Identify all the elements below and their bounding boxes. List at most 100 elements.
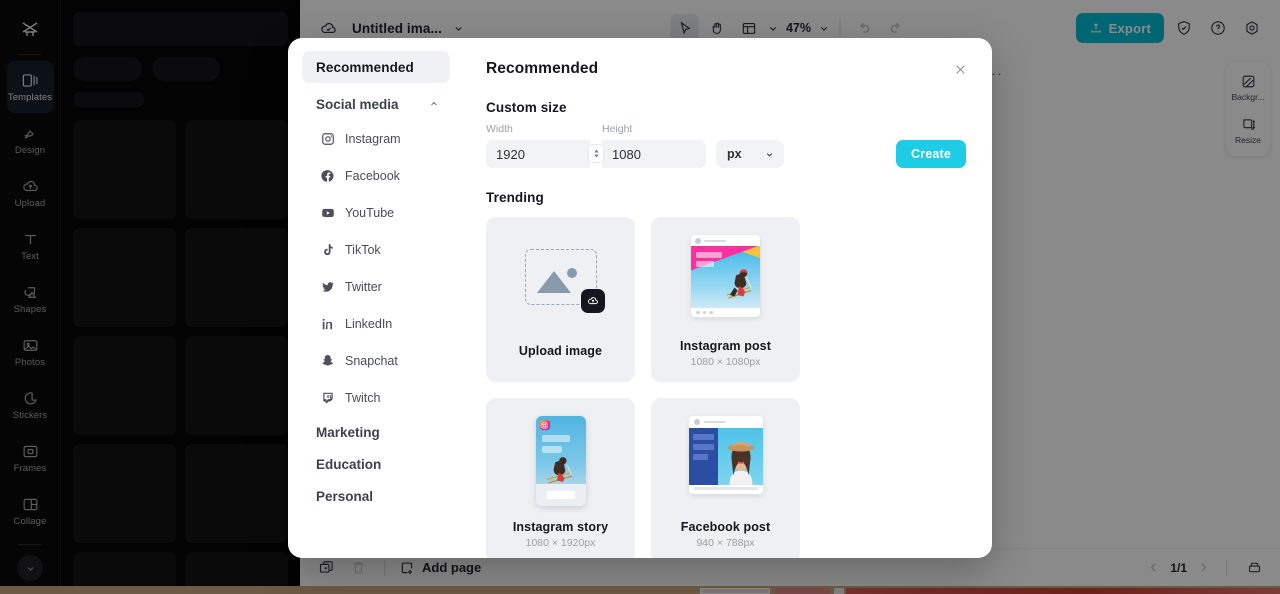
create-label: Create <box>910 147 952 161</box>
chevron-up-icon <box>431 101 437 106</box>
item-label: Twitter <box>345 279 382 294</box>
width-label: Width <box>486 123 513 135</box>
group-label: Education <box>316 456 382 472</box>
skier-illustration <box>726 269 752 299</box>
thumb-text-column <box>689 428 719 485</box>
card-title: Facebook post <box>680 520 771 534</box>
card-caption: Instagram post 1080 × 1080px <box>651 339 800 382</box>
group-label: Social media <box>316 96 399 112</box>
card-title: Instagram post <box>680 339 771 353</box>
image-mountain-icon <box>536 268 577 293</box>
thumb-name-bar <box>703 421 726 423</box>
modal-item-tiktok[interactable]: TikTok <box>302 231 450 268</box>
width-input[interactable] <box>486 140 590 168</box>
trending-card-instagram-story[interactable]: Instagram story 1080 × 1920px <box>486 398 635 558</box>
link-ratio-icon <box>593 149 599 158</box>
card-subtitle: 940 × 788px <box>696 537 755 549</box>
modal-group-marketing[interactable]: Marketing <box>302 416 450 448</box>
card-caption: Instagram story 1080 × 1920px <box>486 520 635 558</box>
custom-size-row: Width Height px Create <box>486 123 966 168</box>
twitch-icon <box>320 390 335 405</box>
upload-cloud-badge <box>580 289 605 313</box>
card-caption: Facebook post 940 × 788px <box>651 520 800 558</box>
modal-group-social-media[interactable]: Social media <box>302 88 450 120</box>
linkedin-icon <box>320 316 335 331</box>
modal-item-instagram[interactable]: Instagram <box>302 120 450 157</box>
twitter-icon <box>320 279 335 294</box>
skier-illustration <box>546 457 572 484</box>
thumb-text-block <box>696 252 722 258</box>
thumb-footer-bar <box>693 487 758 490</box>
item-label: TikTok <box>345 242 381 257</box>
modal-item-twitter[interactable]: Twitter <box>302 268 450 305</box>
woman-portrait-illustration <box>727 441 755 485</box>
size-picker-modal: Recommended Social media Instagram Faceb… <box>288 38 992 558</box>
modal-item-snapchat[interactable]: Snapchat <box>302 342 450 379</box>
height-input[interactable] <box>602 140 706 168</box>
avatar <box>695 237 701 244</box>
card-title: Upload image <box>518 344 603 358</box>
thumb-text-block <box>692 454 708 460</box>
item-label: LinkedIn <box>345 316 393 331</box>
item-label: Twitch <box>345 390 381 405</box>
trending-heading: Trending <box>486 190 544 205</box>
trending-cards-grid: Upload image Instagram post 1080 × 1080p… <box>486 217 966 558</box>
trending-card-upload-image[interactable]: Upload image <box>486 217 635 382</box>
chevron-down-icon <box>766 152 773 157</box>
modal-item-twitch[interactable]: Twitch <box>302 379 450 416</box>
dot <box>709 310 713 315</box>
aspect-ratio-lock-button[interactable] <box>589 145 603 162</box>
create-button[interactable]: Create <box>896 140 966 168</box>
upload-placeholder-icon <box>524 249 605 313</box>
height-label: Height <box>602 123 633 135</box>
item-label: Facebook <box>345 168 400 183</box>
instagram-story-thumb <box>535 416 586 506</box>
group-label: Marketing <box>316 424 380 440</box>
thumb-header <box>691 235 760 246</box>
close-icon <box>955 64 965 74</box>
card-subtitle: 1080 × 1080px <box>690 356 761 368</box>
modal-item-linkedin[interactable]: LinkedIn <box>302 305 450 342</box>
instagram-post-thumb <box>691 235 760 317</box>
modal-close-button[interactable] <box>950 59 970 79</box>
thumb-photo <box>718 428 763 485</box>
item-label: Instagram <box>345 131 401 146</box>
thumb-text-block <box>692 434 715 440</box>
thumb-header <box>689 416 763 428</box>
thumb-name-bar <box>704 239 726 242</box>
modal-item-youtube[interactable]: YouTube <box>302 194 450 231</box>
modal-item-facebook[interactable]: Facebook <box>302 157 450 194</box>
item-label: YouTube <box>345 205 395 220</box>
thumb-text-block <box>692 444 715 450</box>
trending-card-instagram-post[interactable]: Instagram post 1080 × 1080px <box>651 217 800 382</box>
upload-cloud-icon <box>587 297 598 305</box>
group-label: Personal <box>316 488 374 504</box>
app-root: Templates Design Upload Text Shapes Phot… <box>0 0 1280 594</box>
dot <box>696 310 700 315</box>
modal-group-personal[interactable]: Personal <box>302 480 450 512</box>
snapchat-icon <box>320 353 335 368</box>
thumb-footer <box>689 485 763 494</box>
thumb-footer <box>691 308 760 317</box>
dot <box>702 310 706 315</box>
card-title: Instagram story <box>512 520 609 534</box>
instagram-icon <box>541 421 548 429</box>
modal-main-panel: Recommended Custom size Width Height <box>462 38 992 558</box>
width-field: Width <box>486 123 590 168</box>
trending-card-facebook-post[interactable]: Facebook post 940 × 788px <box>651 398 800 558</box>
thumb-text-block <box>696 261 714 267</box>
thumb-text-block <box>541 446 562 453</box>
category-label: Recommended <box>316 59 414 75</box>
modal-category-recommended[interactable]: Recommended <box>302 51 450 83</box>
instagram-badge-icon <box>539 420 550 430</box>
card-subtitle: 1080 × 1920px <box>525 537 596 549</box>
unit-select[interactable]: px <box>716 140 784 168</box>
modal-title: Recommended <box>486 60 599 77</box>
unit-value: px <box>727 147 742 161</box>
modal-group-education[interactable]: Education <box>302 448 450 480</box>
facebook-post-thumb <box>688 416 763 494</box>
custom-size-heading: Custom size <box>486 100 567 115</box>
thumb-image <box>691 246 760 308</box>
youtube-icon <box>320 205 335 220</box>
thumb-image <box>688 428 763 485</box>
